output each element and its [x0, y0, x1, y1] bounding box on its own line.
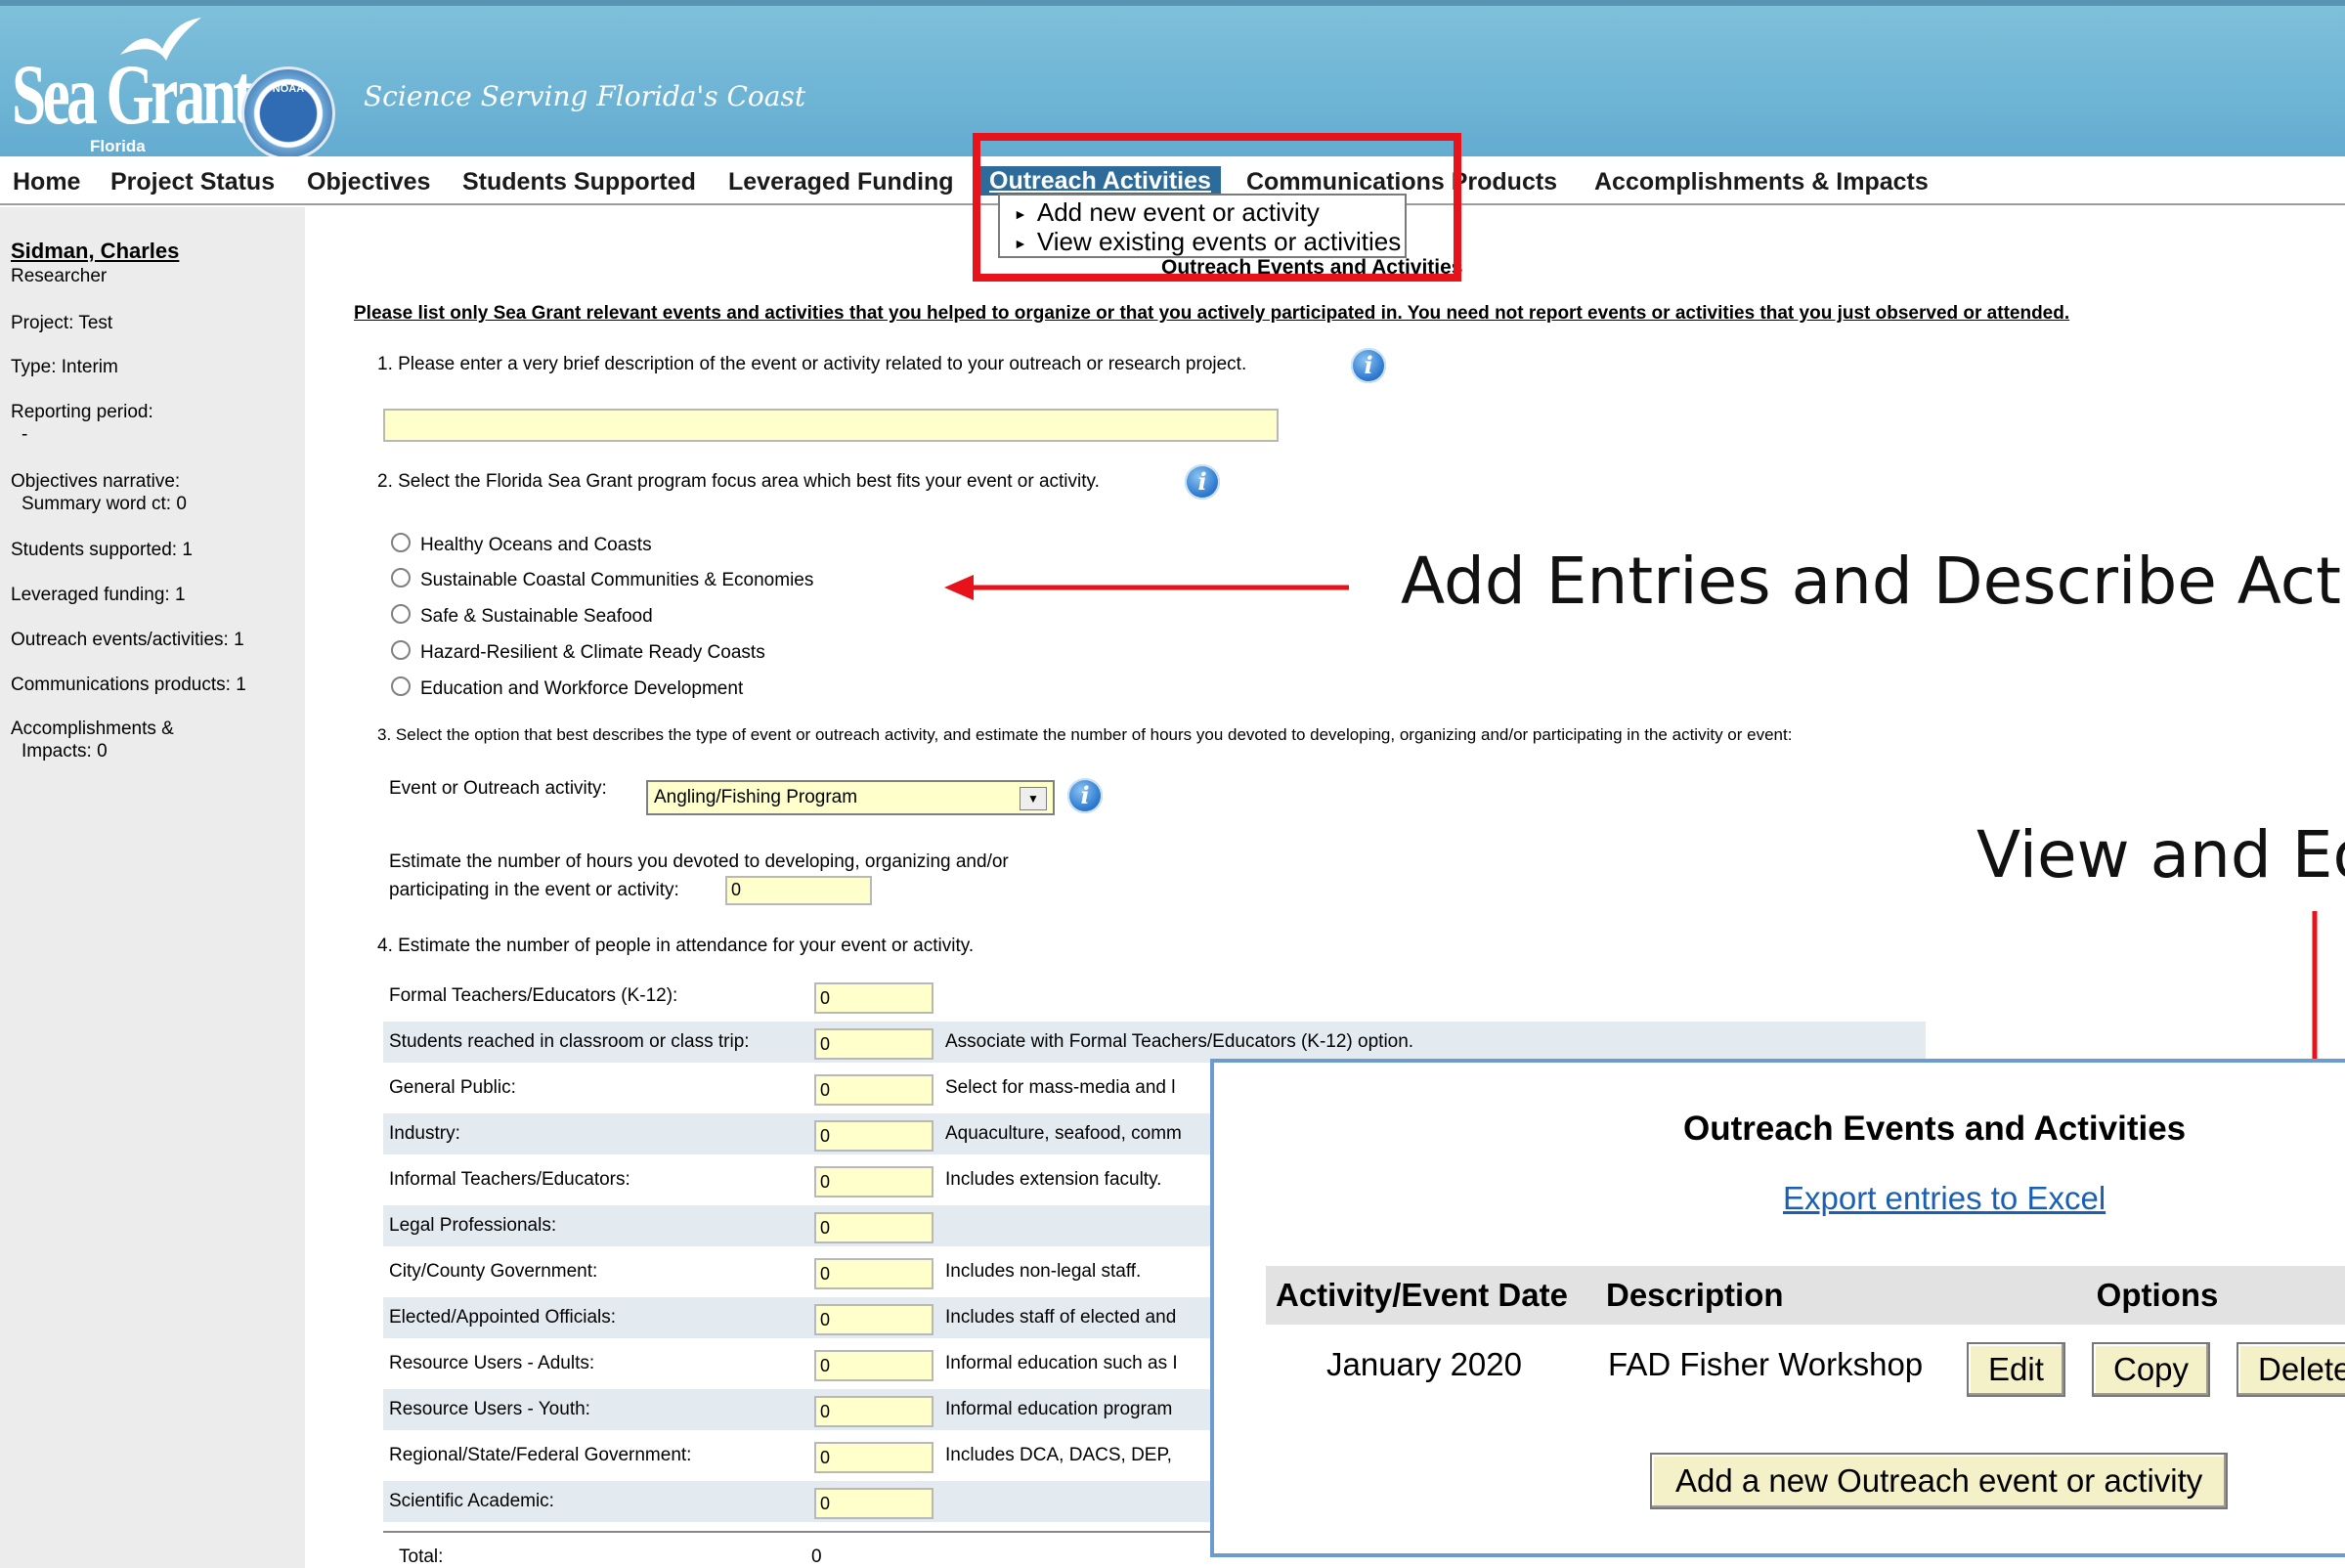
column-header-description: Description [1596, 1266, 1958, 1325]
export-excel-link[interactable]: Export entries to Excel [1783, 1180, 2106, 1217]
event-date-cell: January 2020 [1326, 1346, 1522, 1382]
event-description-cell: FAD Fisher Workshop [1608, 1346, 1924, 1382]
delete-button[interactable]: Delete [2236, 1342, 2345, 1397]
add-outreach-event-button[interactable]: Add a new Outreach event or activity [1650, 1453, 2229, 1509]
column-header-date: Activity/Event Date [1266, 1266, 1596, 1325]
edit-button[interactable]: Edit [1967, 1342, 2065, 1397]
copy-button[interactable]: Copy [2092, 1342, 2211, 1397]
column-header-options: Options [1957, 1266, 2345, 1325]
outreach-events-panel: Outreach Events and Activities Export en… [1210, 1059, 2345, 1557]
panel-title: Outreach Events and Activities [1683, 1110, 2187, 1148]
arrow-left-icon [944, 575, 1349, 600]
